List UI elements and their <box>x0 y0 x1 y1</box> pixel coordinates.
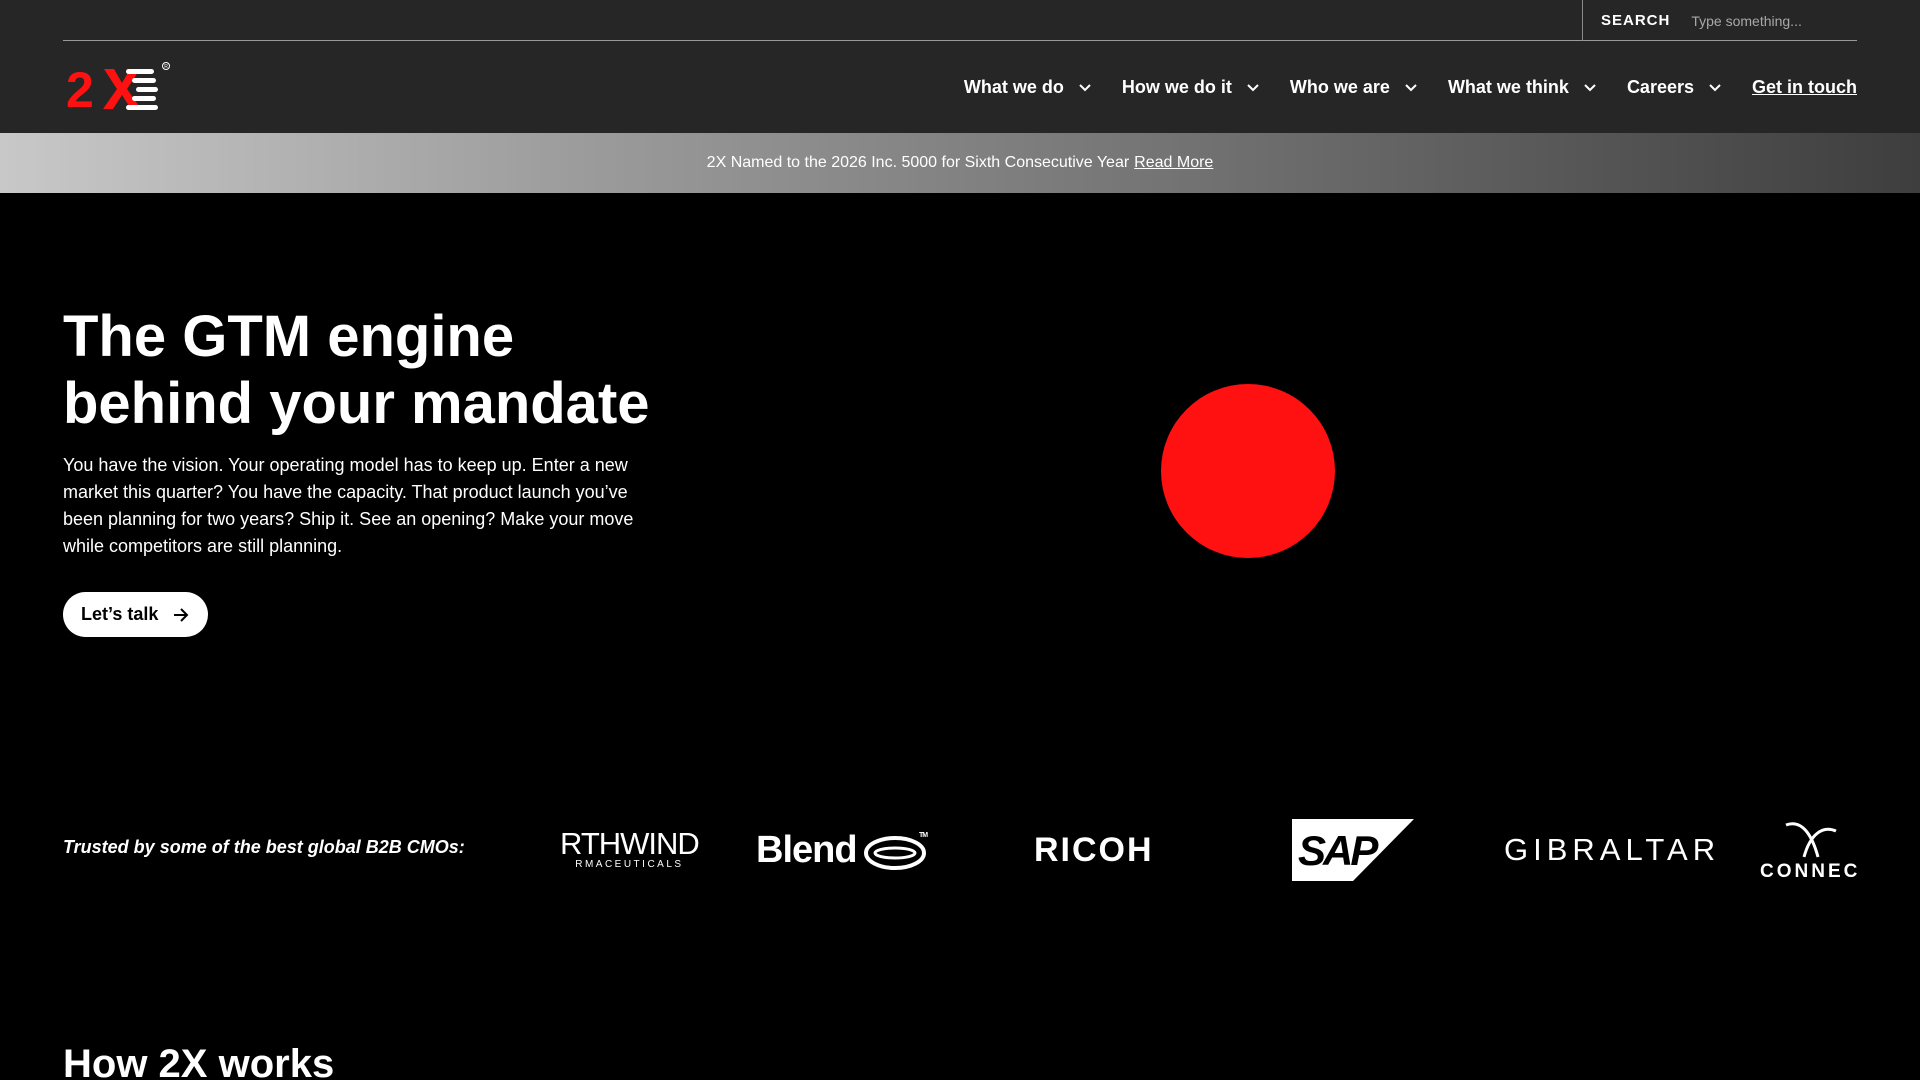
chevron-down-icon <box>1247 84 1259 92</box>
main-header: 2 R What we do How we do it Who we are W… <box>0 41 1920 133</box>
nav-item-label: What we do <box>963 76 1064 97</box>
nav-item-what-we-think[interactable]: What we think <box>1448 77 1597 98</box>
search-box[interactable]: SEARCH <box>1582 0 1857 41</box>
banner-text: 2X Named to the 2026 Inc. 5000 for Sixth… <box>706 154 1130 171</box>
sap-logo: SAP <box>1292 800 1414 900</box>
blend-ring-icon: TM <box>863 832 929 870</box>
ricoh-logo: RICOH <box>1034 800 1154 900</box>
client-logo-carousel: RTHWIND RMACEUTICALS Blend TM RICOH SAP … <box>540 800 1857 900</box>
chevron-down-icon <box>1079 84 1091 92</box>
nav-item-label: How we do it <box>1121 76 1232 97</box>
nav-item-careers[interactable]: Careers <box>1627 77 1722 98</box>
lets-talk-button[interactable]: Let’s talk <box>63 592 209 637</box>
announcement-banner: 2X Named to the 2026 Inc. 5000 for Sixth… <box>0 133 1920 193</box>
gibraltar-wordmark: GIBRALTAR <box>1504 832 1721 867</box>
nav-item-what-we-do[interactable]: What we do <box>964 77 1092 98</box>
chevron-down-icon <box>1584 84 1596 92</box>
sap-badge-icon: SAP <box>1292 819 1414 881</box>
hero-title-line-1: The GTM engine <box>63 304 515 369</box>
red-circle-graphic <box>1161 384 1335 558</box>
connec-wordmark: CONNEC <box>1760 861 1857 882</box>
how-2x-works-heading: How 2X works <box>63 1042 335 1080</box>
chevron-down-icon <box>1405 84 1417 92</box>
connec-logo: CONNEC <box>1760 800 1857 900</box>
search-input[interactable] <box>1691 12 1842 29</box>
trusted-label: Trusted by some of the best global B2B C… <box>63 837 465 857</box>
blend-logo: Blend TM <box>756 800 929 900</box>
svg-text:TM: TM <box>919 832 928 839</box>
nav-item-label: Who we are <box>1289 76 1390 97</box>
svg-text:R: R <box>164 64 168 70</box>
northwind-logo: RTHWIND RMACEUTICALS <box>560 800 700 900</box>
hero-title: The GTM engine behind your mandate <box>63 303 703 437</box>
northwind-subtext: RMACEUTICALS <box>575 859 684 870</box>
hero-body: You have the vision. Your operating mode… <box>63 455 634 556</box>
chevron-down-icon <box>1709 84 1721 92</box>
sap-wordmark: SAP <box>1298 827 1379 874</box>
read-more-link[interactable]: Read More <box>1134 154 1213 172</box>
hero-title-line-2: behind your mandate <box>63 371 650 436</box>
ricoh-wordmark: RICOH <box>1034 830 1154 869</box>
get-in-touch-link[interactable]: Get in touch <box>1752 77 1857 98</box>
connec-swoosh-icon <box>1785 822 1837 858</box>
utility-bar: SEARCH <box>0 0 1920 41</box>
northwind-wordmark: RTHWIND <box>560 826 700 861</box>
arrow-right-icon <box>174 607 189 622</box>
nav-item-how-we-do-it[interactable]: How we do it <box>1122 77 1260 98</box>
nav-item-label: Careers <box>1626 76 1694 97</box>
blend-wordmark: Blend <box>756 828 858 871</box>
2x-logo-icon[interactable]: 2 R <box>66 61 172 113</box>
nav-item-who-we-are[interactable]: Who we are <box>1290 77 1418 98</box>
svg-text:2: 2 <box>66 62 92 113</box>
lets-talk-label: Let’s talk <box>81 604 159 624</box>
search-label: SEARCH <box>1601 12 1671 29</box>
primary-nav: What we do How we do it Who we are What … <box>934 41 1857 133</box>
nav-item-label: What we think <box>1447 76 1569 97</box>
gibraltar-logo: GIBRALTAR <box>1504 800 1720 900</box>
